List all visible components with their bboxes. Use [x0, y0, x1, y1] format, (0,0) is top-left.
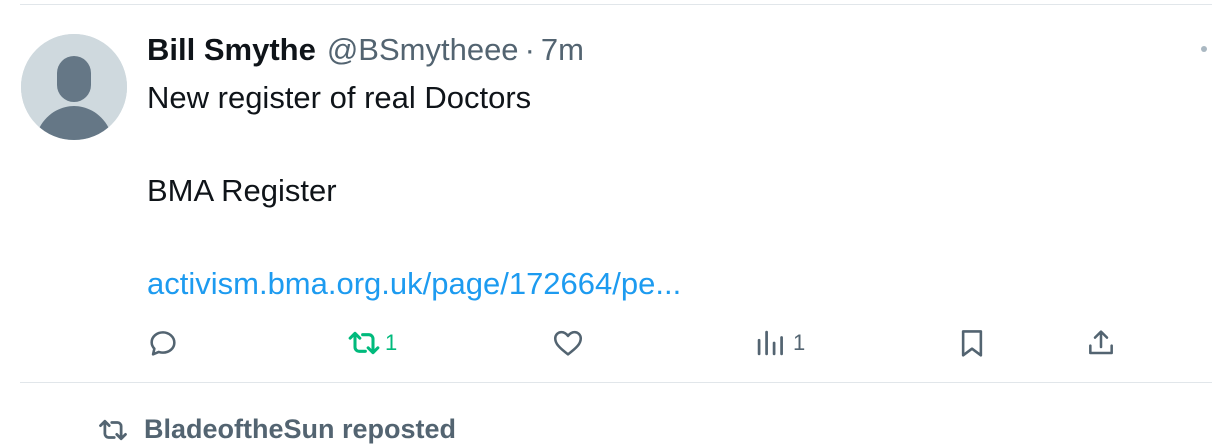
top-divider	[20, 4, 1212, 5]
share-icon	[1089, 330, 1113, 355]
reply-button[interactable]	[146, 326, 180, 360]
default-avatar-icon	[21, 34, 127, 140]
retweet-icon	[99, 419, 127, 440]
user-handle[interactable]: @BSmytheee	[327, 32, 519, 68]
tweet-text-line: New register of real Doctors	[147, 80, 532, 115]
bookmark-button[interactable]	[957, 326, 987, 360]
heart-icon	[553, 330, 583, 356]
retweet-icon	[348, 331, 380, 355]
separator-dot: ·	[524, 32, 535, 67]
tweet-link[interactable]: activism.bma.org.uk/page/172664/pe...	[147, 266, 681, 302]
repost-context: BladeoftheSun reposted	[96, 414, 456, 445]
views-button[interactable]: 1	[755, 326, 805, 360]
more-options-icon[interactable]	[1201, 46, 1207, 52]
views-chart-icon	[757, 330, 783, 356]
views-count: 1	[793, 330, 806, 355]
tweet-divider	[20, 382, 1212, 383]
bookmark-icon	[961, 330, 983, 357]
avatar[interactable]	[21, 34, 127, 140]
display-name[interactable]: Bill Smythe	[147, 32, 316, 68]
tweet-text-line: BMA Register	[147, 173, 337, 208]
reply-icon	[150, 331, 176, 356]
retweet-count: 1	[385, 330, 398, 355]
repost-label[interactable]: BladeoftheSun reposted	[144, 414, 456, 445]
retweet-button[interactable]: 1	[346, 326, 397, 360]
like-button[interactable]	[551, 326, 585, 360]
timestamp[interactable]: 7m	[541, 32, 584, 68]
tweet-header: Bill Smythe @BSmytheee · 7m	[147, 30, 584, 70]
share-button[interactable]	[1085, 326, 1117, 360]
